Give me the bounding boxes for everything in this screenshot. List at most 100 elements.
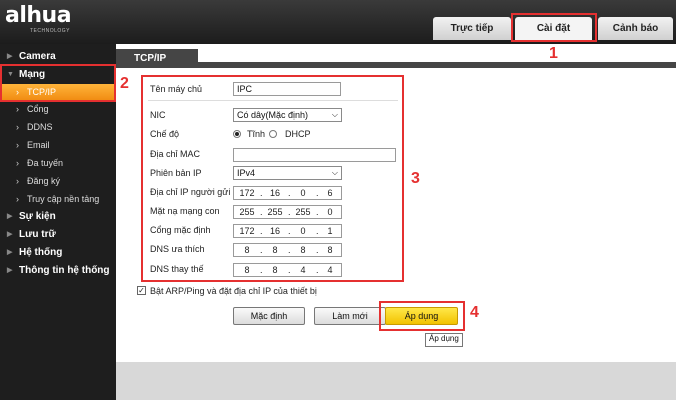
- content-tab-tcpip[interactable]: TCP/IP: [116, 49, 198, 68]
- mode-static-radio[interactable]: [233, 130, 241, 138]
- sidebar-subitem-ddns[interactable]: › DDNS: [0, 119, 116, 136]
- mask-octet-2[interactable]: 255: [264, 206, 286, 218]
- ip-address-label: Địa chỉ IP người gửi: [150, 187, 231, 197]
- ip-octet-1[interactable]: 172: [236, 187, 258, 199]
- triangle-right-icon: ▶: [7, 267, 13, 274]
- subnet-mask-input[interactable]: 255. 255. 255. 0: [233, 205, 342, 219]
- octet-separator: .: [260, 207, 263, 217]
- ip-version-select[interactable]: IPv4 ⌵: [233, 166, 342, 180]
- tab-live[interactable]: Trực tiếp: [433, 17, 511, 40]
- dns1-octet-4[interactable]: 8: [319, 244, 341, 256]
- triangle-right-icon: ▶: [7, 249, 13, 256]
- tab-alarm[interactable]: Cảnh báo: [598, 17, 673, 40]
- brand-logo: alhua: [5, 3, 72, 28]
- mask-octet-4[interactable]: 0: [319, 206, 341, 218]
- dns1-octet-2[interactable]: 8: [264, 244, 286, 256]
- sidebar-item-system-info[interactable]: ▶ Thông tin hệ thống: [0, 262, 116, 280]
- subnet-mask-label: Mặt nạ mạng con: [150, 206, 220, 216]
- form-divider: [148, 100, 398, 101]
- preferred-dns-input[interactable]: 8. 8. 8. 8: [233, 243, 342, 257]
- dns2-octet-1[interactable]: 8: [236, 264, 258, 276]
- chevron-right-icon: ›: [16, 104, 19, 114]
- triangle-right-icon: ▶: [7, 231, 13, 238]
- octet-separator: .: [260, 245, 263, 255]
- nic-select[interactable]: Có dây(Mặc định) ⌵: [233, 108, 342, 122]
- triangle-right-icon: ▶: [7, 53, 13, 60]
- sidebar-item-event[interactable]: ▶ Sự kiện: [0, 208, 116, 226]
- brand-tagline: TECHNOLOGY: [30, 28, 71, 34]
- nic-label: NIC: [150, 110, 166, 120]
- octet-separator: .: [288, 226, 291, 236]
- mode-dhcp-radio[interactable]: [269, 130, 277, 138]
- chevron-right-icon: ›: [16, 140, 19, 150]
- chevron-right-icon: ›: [16, 158, 19, 168]
- mode-dhcp-label: DHCP: [285, 129, 311, 139]
- dns1-octet-3[interactable]: 8: [292, 244, 314, 256]
- default-button[interactable]: Mặc định: [233, 307, 305, 325]
- octet-separator: .: [260, 265, 263, 275]
- dns1-octet-1[interactable]: 8: [236, 244, 258, 256]
- ip-version-label: Phiên bản IP: [150, 168, 202, 178]
- chevron-down-icon: ⌵: [331, 110, 338, 119]
- ip-address-input[interactable]: 172. 16. 0. 6: [233, 186, 342, 200]
- annotation-number-2: 2: [120, 75, 129, 92]
- mac-label: Địa chỉ MAC: [150, 149, 201, 159]
- alternate-dns-input[interactable]: 8. 8. 4. 4: [233, 263, 342, 277]
- octet-separator: .: [288, 188, 291, 198]
- dns2-octet-4[interactable]: 4: [319, 264, 341, 276]
- dns2-octet-3[interactable]: 4: [292, 264, 314, 276]
- apply-button[interactable]: Áp dụng: [385, 307, 458, 325]
- sidebar-subitem-tcpip[interactable]: › TCP/IP: [0, 84, 116, 101]
- triangle-right-icon: ▶: [7, 213, 13, 220]
- nic-value: Có dây(Mặc định): [237, 110, 309, 120]
- ip-octet-2[interactable]: 16: [264, 187, 286, 199]
- sidebar-item-network[interactable]: ▼ Mạng: [0, 66, 116, 84]
- top-bar: alhua TECHNOLOGY Trực tiếp Cài đặt Cảnh …: [0, 0, 676, 44]
- mode-label: Chế độ: [150, 129, 180, 139]
- ip-version-value: IPv4: [237, 168, 256, 178]
- sidebar-subitem-email[interactable]: › Email: [0, 137, 116, 154]
- annotation-number-4: 4: [470, 304, 479, 321]
- gateway-label: Cổng mặc định: [150, 225, 211, 235]
- sidebar-subitem-register[interactable]: › Đăng ký: [0, 173, 116, 190]
- annotation-number-1: 1: [549, 45, 558, 62]
- sidebar-subitem-port[interactable]: › Cổng: [0, 101, 116, 118]
- ip-octet-4[interactable]: 6: [319, 187, 341, 199]
- gateway-input[interactable]: 172. 16. 0. 1: [233, 224, 342, 238]
- tab-settings[interactable]: Cài đặt: [515, 17, 592, 40]
- triangle-down-icon: ▼: [7, 71, 14, 78]
- gw-octet-2[interactable]: 16: [264, 225, 286, 237]
- sidebar-item-storage[interactable]: ▶ Lưu trữ: [0, 226, 116, 244]
- mode-static-label: Tĩnh: [247, 129, 266, 139]
- sidebar-subitem-multicast[interactable]: › Đa tuyến: [0, 155, 116, 172]
- alternate-dns-label: DNS thay thế: [150, 264, 204, 274]
- apply-tooltip: Áp dụng: [425, 333, 463, 347]
- arp-ping-checkbox[interactable]: ✓: [137, 286, 146, 295]
- ip-octet-3[interactable]: 0: [292, 187, 314, 199]
- refresh-button[interactable]: Làm mới: [314, 307, 386, 325]
- annotation-number-3: 3: [411, 170, 420, 187]
- hostname-input[interactable]: IPC: [233, 82, 341, 96]
- sidebar-item-camera[interactable]: ▶ Camera: [0, 48, 116, 66]
- chevron-right-icon: ›: [16, 176, 19, 186]
- content-footer-band: [116, 362, 676, 400]
- sidebar-item-system[interactable]: ▶ Hệ thống: [0, 244, 116, 262]
- gw-octet-4[interactable]: 1: [319, 225, 341, 237]
- arp-ping-label: Bật ARP/Ping và đặt địa chỉ IP của thiết…: [150, 286, 317, 296]
- chevron-right-icon: ›: [16, 194, 19, 204]
- octet-separator: .: [288, 245, 291, 255]
- sidebar-subitem-platform-access[interactable]: › Truy cập nền tảng: [0, 191, 116, 208]
- mac-input[interactable]: [233, 148, 396, 162]
- dns2-octet-2[interactable]: 8: [264, 264, 286, 276]
- hostname-label: Tên máy chủ: [150, 84, 203, 94]
- chevron-right-icon: ›: [16, 122, 19, 132]
- octet-separator: .: [288, 207, 291, 217]
- mask-octet-1[interactable]: 255: [236, 206, 258, 218]
- gw-octet-3[interactable]: 0: [292, 225, 314, 237]
- mask-octet-3[interactable]: 255: [292, 206, 314, 218]
- chevron-down-icon: ⌵: [331, 168, 338, 177]
- octet-separator: .: [288, 265, 291, 275]
- gw-octet-1[interactable]: 172: [236, 225, 258, 237]
- octet-separator: .: [260, 188, 263, 198]
- content-tab-strip: [116, 62, 676, 68]
